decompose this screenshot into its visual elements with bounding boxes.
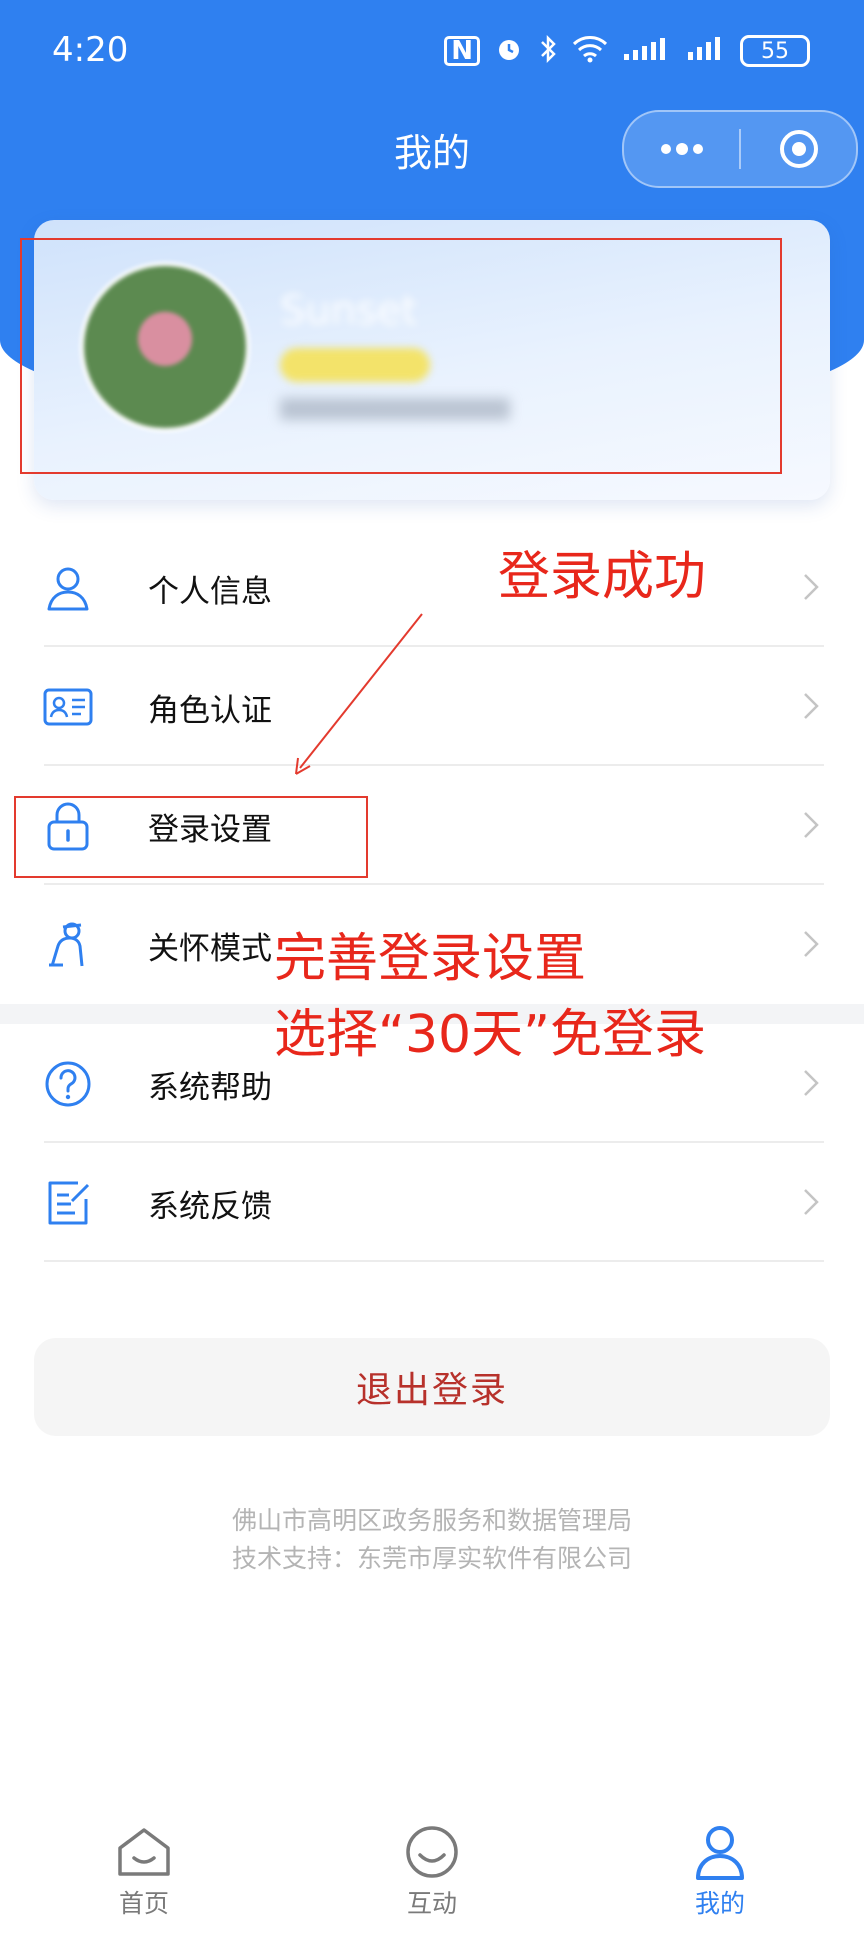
annotation-instruction-line2: 选择“30天”免登录 [274,1005,707,1065]
annotation-instruction-line1: 完善登录设置 [274,929,587,989]
annotation-success: 登录成功 [498,547,707,607]
